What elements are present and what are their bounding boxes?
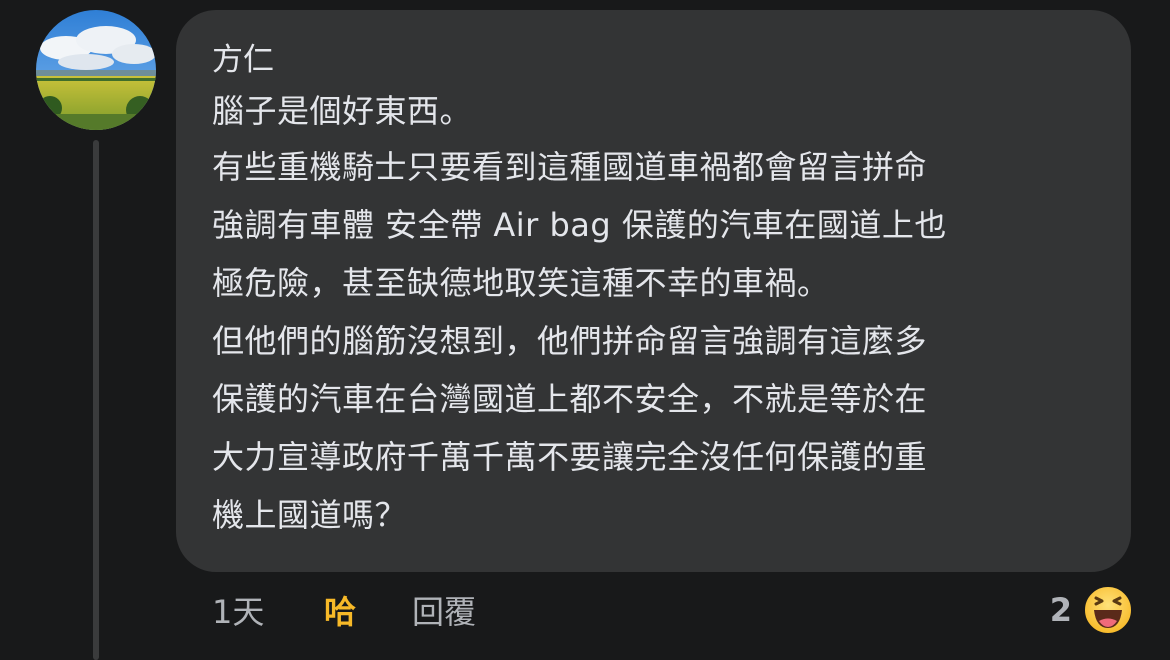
- comment-text-line: 極危險，甚至缺德地取笑這種不幸的車禍。: [212, 264, 830, 302]
- reply-button[interactable]: 回覆: [412, 587, 476, 633]
- reaction-summary[interactable]: 2: [1050, 584, 1134, 636]
- comment-bubble: 方仁 腦子是個好東西。 有些重機騎士只要看到這種國道車禍都會留言拼命 強調有車體…: [176, 10, 1131, 572]
- avatar-landscape-image: [36, 10, 156, 130]
- reaction-count: 2: [1049, 591, 1072, 629]
- react-button[interactable]: 哈: [324, 587, 412, 633]
- avatar[interactable]: [36, 10, 156, 130]
- comment-text-line: 腦子是個好東西。: [212, 92, 473, 130]
- comment-timestamp[interactable]: 1天: [212, 587, 324, 633]
- comment-text-line: 有些重機騎士只要看到這種國道車禍都會留言拼命: [212, 148, 928, 186]
- comment-text-line: 強調有車體 安全帶 Air bag 保護的汽車在國道上也: [212, 206, 947, 244]
- comment-text-line: 保護的汽車在台灣國道上都不安全，不就是等於在: [212, 380, 928, 418]
- comment-actions: 1天 哈 回覆: [212, 588, 476, 632]
- comment-text-line: 但他們的腦筋沒想到，他們拼命留言強調有這麼多: [212, 322, 928, 360]
- comment-author[interactable]: 方仁: [212, 40, 1101, 80]
- comment-text-line: 機上國道嗎？: [212, 496, 408, 534]
- comment-text-line: 大力宣導政府千萬千萬不要讓完全沒任何保護的重: [212, 438, 928, 476]
- haha-emoji-icon: [1083, 585, 1133, 635]
- thread-line: [93, 140, 99, 660]
